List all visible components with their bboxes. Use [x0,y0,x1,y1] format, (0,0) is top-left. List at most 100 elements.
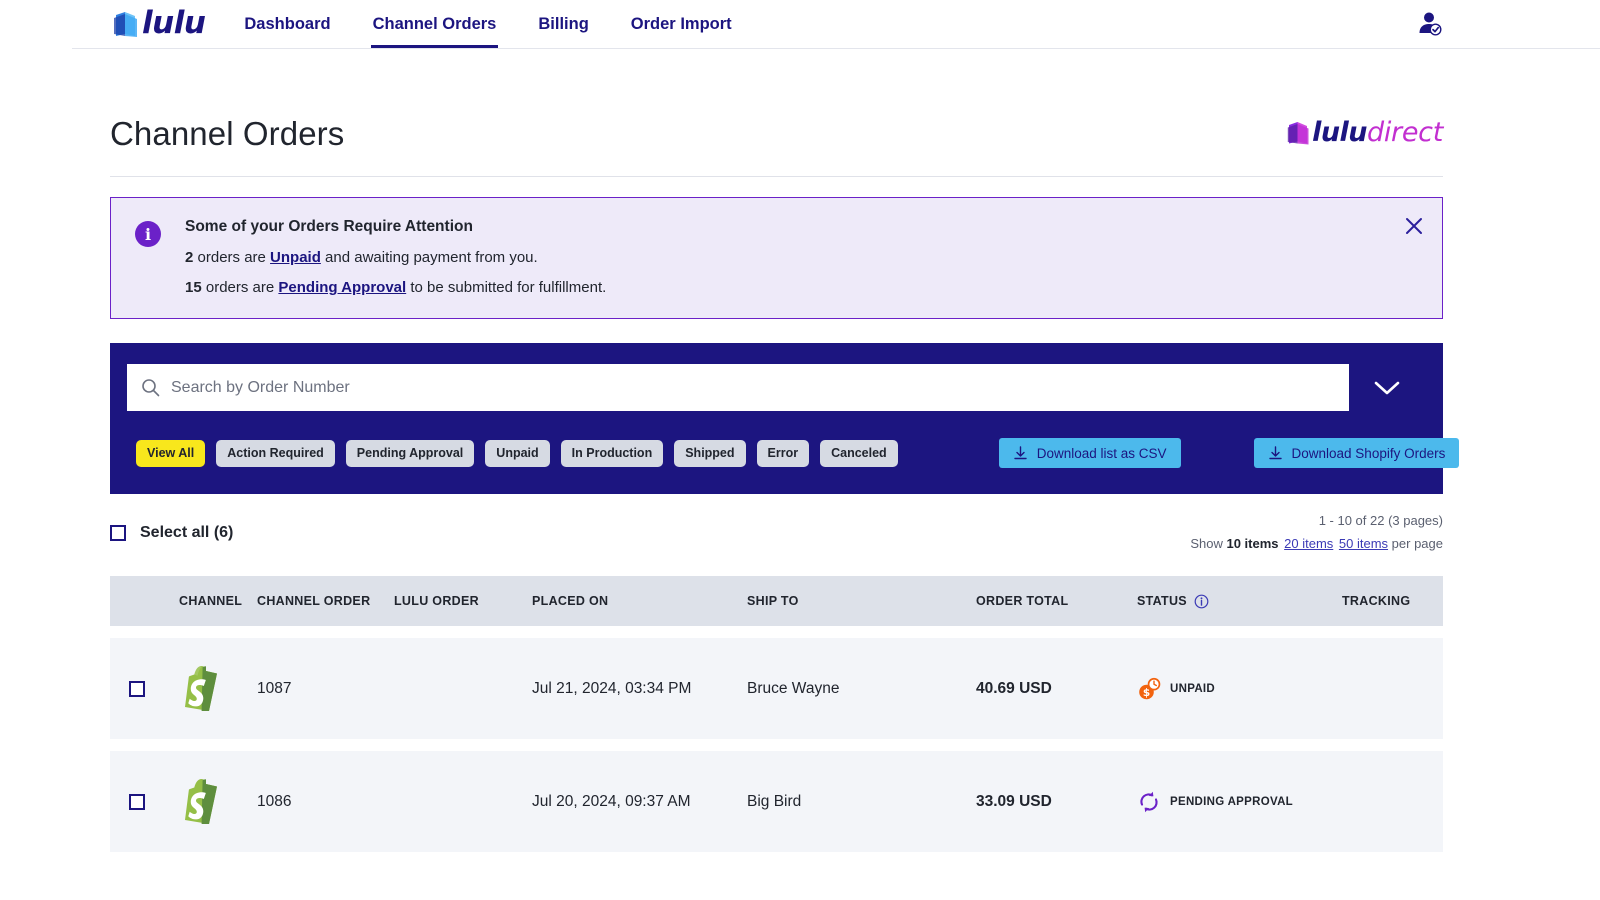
row-checkbox[interactable] [129,680,145,697]
header-divider [110,176,1443,178]
info-icon: i [135,221,161,248]
filter-chip-error[interactable]: Error [756,439,810,467]
top-navigation: lulu Dashboard Channel Orders Billing Or… [0,0,1600,49]
status-badge: PENDING APPROVAL [1137,790,1293,814]
row-checkbox-cell [110,680,179,697]
alert-body: Some of your Orders Require Attention 2 … [185,218,606,296]
pagination-range: 1 - 10 of 22 (3 pages) [1318,513,1443,529]
row-channel-order: 1087 [257,679,292,697]
select-all-control[interactable]: Select all (6) [110,524,233,542]
row-placed-on: Jul 20, 2024, 09:37 AM [532,792,691,810]
row-status-cell: PENDING APPROVAL [1137,790,1342,814]
pending-count: 15 [185,279,202,297]
status-label: PENDING APPROVAL [1170,795,1294,808]
nav-links: Dashboard Channel Orders Billing Order I… [244,0,732,49]
lulu-logo[interactable]: lulu [113,5,206,41]
search-box[interactable] [127,364,1349,412]
page-header: Channel Orders lulu direct [110,49,1443,152]
page-size-50[interactable]: 50 items [1339,536,1388,551]
row-status-cell: $ UNPAID [1137,677,1342,701]
nav-item-dashboard[interactable]: Dashboard [244,0,330,49]
close-glyph [1406,218,1422,235]
download-csv-label: Download list as CSV [1036,445,1167,461]
chevron-down-icon[interactable] [1349,379,1425,397]
nav-item-channel-orders[interactable]: Channel Orders [370,0,499,49]
header-placed-on: PLACED ON [532,594,609,609]
shopify-icon [185,665,217,711]
row-channel-cell [179,665,257,713]
header-status-label: STATUS [1137,594,1187,609]
shopify-icon [185,778,217,824]
download-shopify-label: Download Shopify Orders [1291,445,1446,461]
pending-post: to be submitted for fulfillment. [406,279,607,297]
status-label: UNPAID [1170,682,1216,695]
header-channel-order: CHANNEL ORDER [257,594,371,609]
search-icon [142,379,160,397]
page-root: lulu Dashboard Channel Orders Billing Or… [0,0,1600,900]
pending-approval-link[interactable]: Pending Approval [278,279,406,296]
nav-item-billing[interactable]: Billing [538,0,588,49]
download-icon [1014,446,1027,459]
download-shopify-orders-button[interactable]: Download Shopify Orders [1253,438,1460,469]
user-verified-icon[interactable] [1416,11,1442,37]
row-order-total: 40.69 USD [976,679,1052,697]
page-size-selector: Show 10 items 20 items 50 items per page [1190,536,1443,551]
book-icon [114,11,137,37]
unpaid-pre: orders are [193,249,271,267]
filter-chip-canceled[interactable]: Canceled [820,439,898,467]
nav-item-order-import[interactable]: Order Import [631,0,732,49]
download-icon [1268,446,1282,459]
filter-chip-row: View All Action Required Pending Approva… [127,438,1460,469]
table-row[interactable]: 1087 Jul 21, 2024, 03:34 PM Bruce Wayne … [110,638,1443,740]
brand-lulu: lulu [1312,117,1368,149]
filter-chip-action-required[interactable]: Action Required [216,439,335,467]
status-badge: $ UNPAID [1137,677,1215,701]
select-all-checkbox[interactable] [110,525,126,542]
download-csv-button[interactable]: Download list as CSV [998,438,1181,469]
info-circle-icon[interactable] [1194,594,1209,609]
filter-chip-shipped[interactable]: Shipped [674,439,746,467]
lulu-direct-logo: lulu direct [1287,117,1443,148]
page-size-10[interactable]: 10 items [1226,536,1278,551]
show-label: Show [1190,536,1223,552]
pending-pre: orders are [201,279,279,297]
filter-chip-in-production[interactable]: In Production [560,439,664,467]
search-row [127,364,1425,412]
header-status: STATUS [1137,594,1342,609]
list-meta-row: Select all (6) 1 - 10 of 22 (3 pages) Sh… [110,513,1443,551]
chevron-glyph [1374,381,1400,395]
row-channel-cell [179,778,257,826]
svg-text:$: $ [1143,687,1150,699]
row-order-total: 33.09 USD [976,792,1052,810]
row-checkbox-cell [110,793,179,810]
header-tracking: TRACKING [1342,594,1411,609]
per-page-label: per page [1391,536,1443,552]
unpaid-post: and awaiting payment from you. [320,249,538,267]
refresh-arrows-icon [1140,791,1158,812]
brand-direct: direct [1367,117,1443,149]
page-size-20[interactable]: 20 items [1284,536,1333,551]
close-icon[interactable] [1404,216,1424,236]
book-icon-purple [1287,122,1309,145]
table-row[interactable]: 1086 Jul 20, 2024, 09:37 AM Big Bird 33.… [110,751,1443,853]
header-channel: CHANNEL [179,594,243,609]
select-all-label: Select all (6) [140,524,234,542]
row-ship-to: Bruce Wayne [747,679,840,697]
avatar-glyph [1419,12,1442,36]
main-content: Channel Orders lulu direct i Some of you… [0,49,1600,853]
filter-chip-unpaid[interactable]: Unpaid [485,439,550,467]
alert-line-unpaid: 2 orders are Unpaid and awaiting payment… [185,249,606,266]
search-filter-panel: View All Action Required Pending Approva… [110,343,1460,495]
alert-line-pending: 15 orders are Pending Approval to be sub… [185,279,606,296]
row-checkbox[interactable] [129,793,145,810]
row-ship-to: Big Bird [747,792,802,810]
filter-chip-pending-approval[interactable]: Pending Approval [345,439,475,467]
logo-text: lulu [142,5,206,41]
filter-chip-view-all[interactable]: View All [136,439,206,467]
pagination: 1 - 10 of 22 (3 pages) Show 10 items 20 … [1190,513,1443,551]
unpaid-link[interactable]: Unpaid [270,249,321,266]
search-input[interactable] [171,378,1335,397]
row-placed-on: Jul 21, 2024, 03:34 PM [532,679,692,697]
row-channel-order: 1086 [257,792,292,810]
header-lulu-order: LULU ORDER [394,594,479,609]
